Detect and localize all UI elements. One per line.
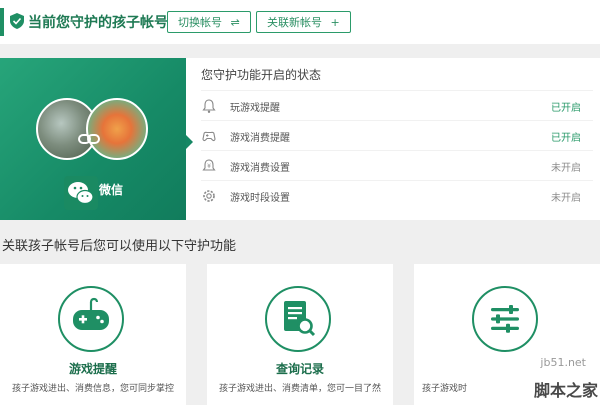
watermark-name: 脚本之家 — [533, 381, 598, 400]
bell-icon — [202, 99, 216, 113]
shield-icon — [10, 13, 24, 29]
feature-icon-circle — [472, 286, 538, 352]
plus-icon: + — [330, 16, 340, 29]
features-section-title: 关联孩子帐号后您可以使用以下守护功能 — [2, 239, 237, 254]
status-row[interactable]: 游戏时段设置 未开启 — [201, 180, 593, 211]
swap-icon: ⇌ — [230, 16, 240, 29]
status-row[interactable]: 玩游戏提醒 已开启 — [201, 90, 593, 121]
child-avatar — [86, 98, 148, 160]
status-row[interactable]: 游戏消费提醒 已开启 — [201, 120, 593, 151]
feature-icon-circle — [58, 286, 124, 352]
gamepad-icon — [202, 131, 216, 142]
guard-status-card: 微信 您守护功能开启的状态 玩游戏提醒 已开启 游戏消费提醒 已开启 ¥ 游戏消… — [0, 58, 600, 220]
sliders-icon — [491, 305, 519, 333]
status-row-label: 游戏消费提醒 — [230, 133, 290, 144]
feature-card-game-reminder[interactable]: 游戏提醒 孩子游戏进出、消费信息，您可同步掌控 — [0, 264, 186, 405]
status-list-panel: 您守护功能开启的状态 玩游戏提醒 已开启 游戏消费提醒 已开启 ¥ 游戏消费设置… — [186, 58, 600, 220]
svg-text:¥: ¥ — [207, 163, 211, 170]
feature-description: 孩子游戏进出、消费清单，您可一目了然 — [218, 384, 381, 394]
document-search-icon — [284, 301, 316, 337]
feature-icon-circle — [265, 286, 331, 352]
status-row[interactable]: ¥ 游戏消费设置 未开启 — [201, 150, 593, 181]
yen-icon: ¥ — [202, 159, 216, 171]
gamepad-icon — [73, 297, 109, 330]
account-header: 当前您守护的孩子帐号 切换帐号 ⇌ 关联新帐号 + — [0, 0, 600, 44]
child-account-panel: 微信 — [0, 58, 193, 220]
wechat-icon — [64, 176, 98, 210]
link-new-account-button[interactable]: 关联新帐号 + — [256, 11, 351, 33]
switch-account-button[interactable]: 切换帐号 ⇌ — [167, 11, 251, 33]
status-heading: 您守护功能开启的状态 — [201, 68, 322, 82]
page-title: 当前您守护的孩子帐号 — [28, 15, 168, 31]
status-row-label: 游戏时段设置 — [230, 193, 290, 204]
feature-description: 孩子游戏进出、消费信息，您可同步掌控 — [11, 384, 174, 394]
link-new-account-label: 关联新帐号 — [267, 16, 322, 29]
account-type-label: 微信 — [99, 183, 124, 197]
status-value: 已开启 — [551, 133, 581, 144]
header-accent-bar — [0, 8, 4, 36]
feature-title: 查询记录 — [275, 362, 324, 376]
feature-card-query-records[interactable]: 查询记录 孩子游戏进出、消费清单，您可一目了然 — [207, 264, 393, 405]
gear-icon — [203, 190, 215, 202]
status-value: 已开启 — [551, 103, 581, 114]
link-chain-icon — [78, 134, 100, 144]
status-value: 未开启 — [551, 163, 581, 174]
switch-account-label: 切换帐号 — [178, 16, 222, 29]
status-row-label: 游戏消费设置 — [230, 163, 290, 174]
watermark-site: jb51.net — [540, 356, 586, 369]
feature-title: 游戏提醒 — [68, 362, 117, 376]
status-value: 未开启 — [551, 193, 581, 204]
status-row-label: 玩游戏提醒 — [230, 103, 280, 114]
